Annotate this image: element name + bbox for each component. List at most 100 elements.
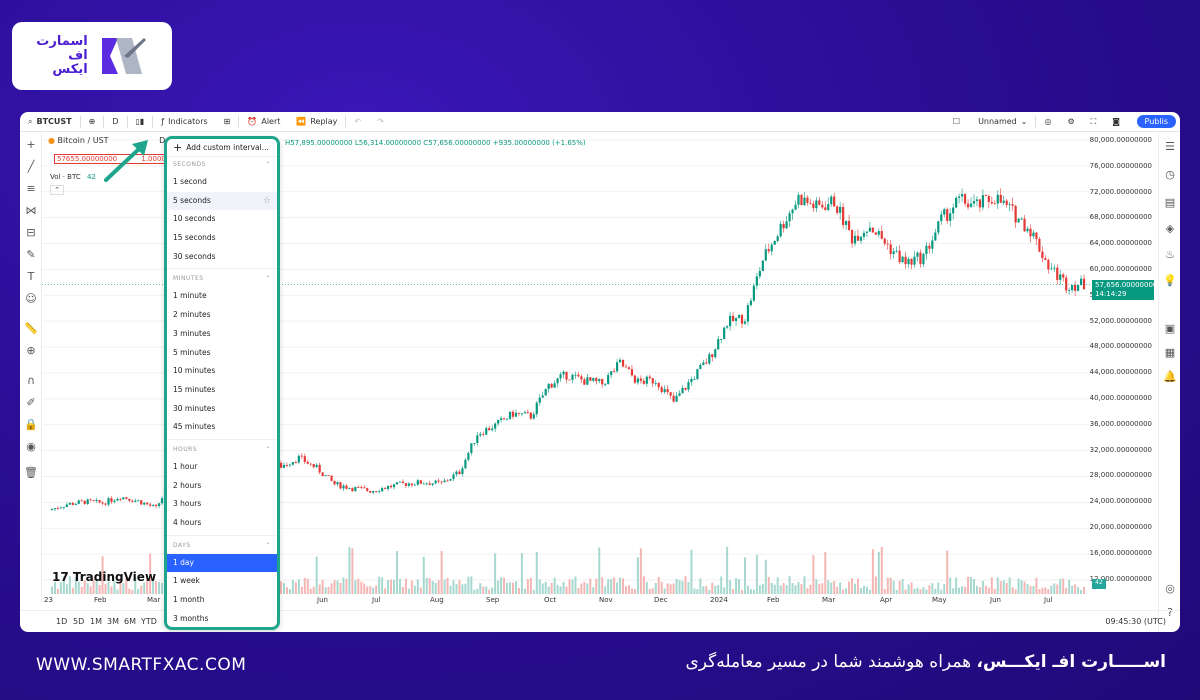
ideas-icon[interactable]: 💡 <box>1163 274 1177 288</box>
candle-body <box>844 220 848 225</box>
layout-menu-button[interactable]: ☐ Unnamed ⌄ <box>945 112 1036 132</box>
interval-option[interactable]: 1 hour <box>167 458 277 477</box>
utc-clock[interactable]: 09:45:30 (UTC) <box>1105 617 1166 626</box>
text-icon[interactable]: T <box>24 270 38 284</box>
candle-body <box>366 488 369 491</box>
indicators-button[interactable]: ƒ Indicators <box>153 112 215 132</box>
interval-option[interactable]: 1 month <box>167 591 277 610</box>
fib-icon[interactable]: ≡ <box>24 182 38 196</box>
price-axis[interactable]: 80,000.00000000 76,000.00000000 72,000.000… <box>1090 132 1158 594</box>
notifications-icon[interactable]: 🔔 <box>1163 370 1177 384</box>
interval-option[interactable]: 5 seconds ☆ <box>167 191 277 211</box>
interval-button[interactable]: D <box>104 112 126 132</box>
interval-option[interactable]: 1 minute <box>167 287 277 306</box>
volume-bar <box>625 586 628 594</box>
candle-body <box>1038 238 1041 252</box>
target-icon[interactable]: ◎ <box>1163 582 1177 596</box>
zoom-in-icon[interactable]: ⊕ <box>24 344 38 358</box>
section-header[interactable]: MINUTES ⌃ <box>167 271 277 287</box>
section-header[interactable]: DAYS ⌃ <box>167 538 277 554</box>
candle-body <box>607 374 610 384</box>
pattern-icon[interactable]: ⋈ <box>24 204 38 218</box>
candle-body <box>856 235 860 241</box>
interval-option[interactable]: 2 minutes <box>167 306 277 325</box>
undo-button[interactable]: ↶ <box>346 112 369 132</box>
volume-bar <box>669 584 672 594</box>
favorite-star-icon[interactable]: ☆ <box>263 192 271 211</box>
timeframe-3m[interactable]: 3M <box>107 617 119 626</box>
candle-body <box>122 497 125 500</box>
publish-button[interactable]: Publis <box>1136 115 1176 128</box>
interval-option[interactable]: 4 hours <box>167 514 277 533</box>
prediction-icon[interactable]: ⊟ <box>24 226 38 240</box>
interval-option[interactable]: 1 second <box>167 173 277 192</box>
eye-icon[interactable]: ◉ <box>24 440 38 454</box>
emoji-icon[interactable]: ☺ <box>24 292 38 306</box>
chat-icon[interactable]: ▣ <box>1163 322 1177 336</box>
interval-option[interactable]: 30 seconds <box>167 248 277 267</box>
fullscreen-button[interactable]: ⛶ <box>1083 112 1105 132</box>
watchlist-icon[interactable]: ☰ <box>1163 140 1177 154</box>
news-icon[interactable]: ▤ <box>1163 196 1177 210</box>
settings-button[interactable]: ⚙ <box>1059 112 1082 132</box>
volume-bar <box>984 585 987 594</box>
timeframe-1d[interactable]: 1D <box>56 617 67 626</box>
interval-option[interactable]: 15 seconds <box>167 229 277 248</box>
section-header[interactable]: HOURS ⌃ <box>167 442 277 458</box>
add-custom-interval[interactable]: + Add custom interval... <box>167 139 277 157</box>
volume-bar <box>568 579 571 594</box>
layers-icon[interactable]: ◈ <box>1163 222 1177 236</box>
interval-option[interactable]: 3 hours <box>167 495 277 514</box>
volume-bar <box>705 586 708 594</box>
interval-option[interactable]: 10 minutes <box>167 362 277 381</box>
candle-body <box>529 412 532 419</box>
timeframe-6m[interactable]: 6M <box>124 617 136 626</box>
timeframe-ytd[interactable]: YTD <box>141 617 157 626</box>
replay-button[interactable]: ⏪ Replay <box>288 112 345 132</box>
interval-option[interactable]: 15 minutes <box>167 381 277 400</box>
magnet-icon[interactable]: ∩ <box>24 374 38 388</box>
alert-button[interactable]: ⏰ Alert <box>239 112 288 132</box>
volume-bar <box>366 586 369 594</box>
crosshair-icon[interactable]: + <box>24 138 38 152</box>
trendline-icon[interactable]: ╱ <box>24 160 38 174</box>
section-header[interactable]: SECONDS ⌃ <box>167 157 277 173</box>
candle-body <box>687 382 690 390</box>
calendar-icon[interactable]: ▦ <box>1163 346 1177 360</box>
candle-body <box>842 206 845 225</box>
hotlist-icon[interactable]: ♨ <box>1163 248 1177 262</box>
redo-button[interactable]: ↷ <box>369 112 392 132</box>
interval-option[interactable]: 10 seconds <box>167 210 277 229</box>
quick-search-button[interactable]: ◎ <box>1036 112 1059 132</box>
volume-bar <box>892 580 895 594</box>
interval-option[interactable]: 1 day <box>167 553 277 573</box>
interval-option[interactable]: 1 week <box>167 572 277 591</box>
ruler-icon[interactable]: 📏 <box>24 322 38 336</box>
candle-body <box>824 207 827 210</box>
symbol-search-button[interactable]: ⌕ BTCUST <box>20 112 80 132</box>
clock-icon[interactable]: ◷ <box>1163 168 1177 182</box>
interval-option[interactable]: 45 minutes <box>167 418 277 437</box>
templates-button[interactable]: ⊞ <box>216 112 239 132</box>
collapse-legend-button[interactable]: ⌃ <box>50 185 64 195</box>
brush-icon[interactable]: ✎ <box>24 248 38 262</box>
compare-button[interactable]: ⊕ <box>81 112 104 132</box>
interval-option[interactable]: 30 minutes <box>167 400 277 419</box>
interval-option[interactable]: 3 months <box>167 610 277 627</box>
snapshot-button[interactable]: ◙ <box>1104 112 1128 132</box>
volume-bar <box>856 578 859 594</box>
website-url[interactable]: WWW.SMARTFXAC.COM <box>36 655 246 675</box>
candle-body <box>782 223 785 229</box>
volume-bar <box>1059 578 1062 594</box>
section-title: SECONDS <box>173 161 206 168</box>
lock-icon[interactable]: 🔒 <box>24 418 38 432</box>
timeframe-1m[interactable]: 1M <box>90 617 102 626</box>
interval-option[interactable]: 3 minutes <box>167 325 277 344</box>
lock-drawing-icon[interactable]: ✐ <box>24 396 38 410</box>
interval-option[interactable]: 5 minutes <box>167 344 277 363</box>
timeframe-5d[interactable]: 5D <box>73 617 84 626</box>
trash-icon[interactable]: 🗑 <box>24 466 38 480</box>
candle-body <box>1032 232 1035 237</box>
interval-option[interactable]: 2 hours <box>167 477 277 496</box>
chart-type-button[interactable]: ▯▮ <box>128 112 153 132</box>
